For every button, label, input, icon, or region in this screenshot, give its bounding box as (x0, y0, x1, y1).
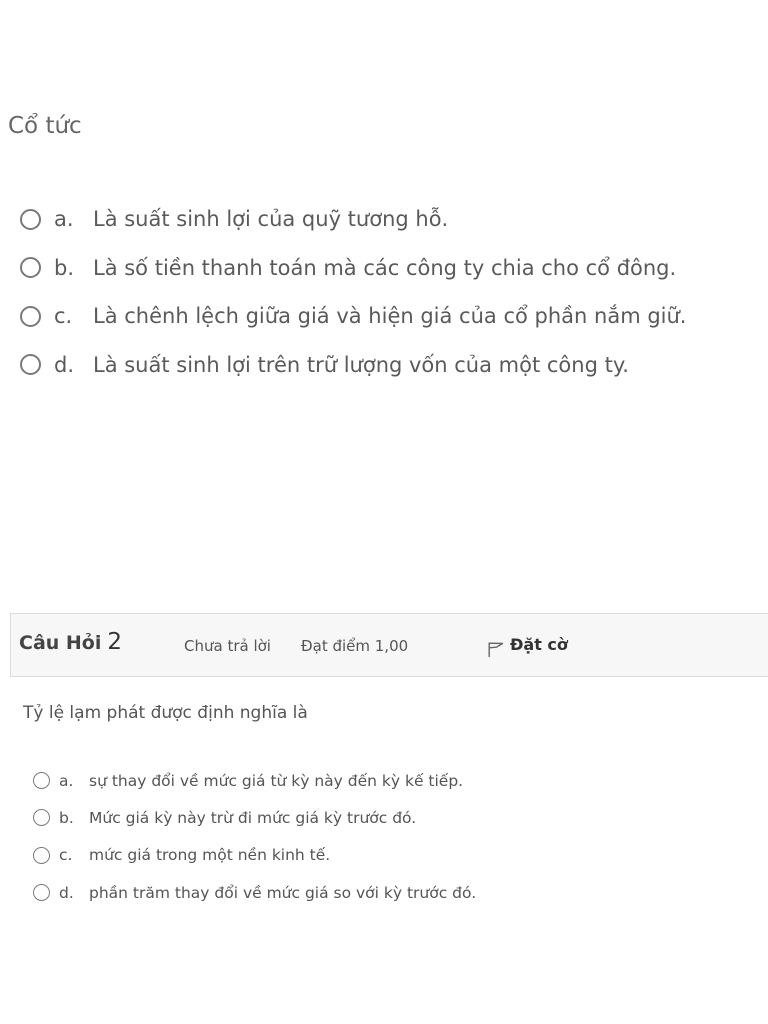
option-text: Là số tiền thanh toán mà các công ty chi… (93, 255, 677, 280)
question-number: 2 (107, 629, 123, 655)
option-letter: a. (59, 771, 74, 790)
question-label: Câu Hỏi (19, 632, 102, 654)
flag-label: Đặt cờ (510, 635, 568, 654)
question-grade: Đạt điểm 1,00 (301, 637, 409, 655)
radio-button-icon[interactable] (20, 257, 41, 279)
option-letter: a. (54, 207, 74, 232)
q1-option-b[interactable]: b. Là số tiền thanh toán mà các công ty … (20, 244, 760, 293)
option-text: sự thay đổi về mức giá từ kỳ này đến kỳ … (89, 771, 464, 790)
radio-button-icon[interactable] (20, 354, 41, 376)
q1-option-d[interactable]: d. Là suất sinh lợi trên trữ lượng vốn c… (20, 341, 760, 390)
option-letter: b. (54, 255, 75, 280)
option-text: Là suất sinh lợi trên trữ lượng vốn của … (93, 352, 629, 377)
question-2-text: Tỷ lệ lạm phát được định nghĩa là (23, 703, 308, 723)
radio-button-icon[interactable] (33, 846, 50, 864)
radio-button-icon[interactable] (33, 884, 50, 902)
question-number-heading: Câu Hỏi 2 (19, 629, 122, 655)
question-2-info-bar: Câu Hỏi 2 Chưa trả lời Đạt điểm 1,00 Đặt … (10, 613, 768, 677)
option-letter: c. (59, 846, 73, 865)
option-text: Là suất sinh lợi của quỹ tương hỗ. (93, 207, 449, 232)
radio-button-icon[interactable] (33, 809, 50, 827)
option-letter: d. (54, 352, 75, 377)
q1-option-c[interactable]: c. Là chênh lệch giữa giá và hiện giá củ… (20, 292, 760, 341)
option-letter: d. (59, 883, 74, 902)
q2-option-d[interactable]: d. phần trăm thay đổi về mức giá so với … (33, 874, 753, 911)
radio-button-icon[interactable] (20, 208, 41, 230)
flag-icon (488, 642, 504, 657)
option-letter: b. (59, 808, 74, 827)
radio-button-icon[interactable] (33, 772, 50, 790)
q2-option-a[interactable]: a. sự thay đổi về mức giá từ kỳ này đến … (33, 762, 753, 799)
option-text: Mức giá kỳ này trừ đi mức giá kỳ trước đ… (89, 808, 417, 827)
question-state: Chưa trả lời (184, 637, 271, 655)
option-text: mức giá trong một nền kinh tế. (89, 846, 331, 865)
flag-question-button[interactable]: Đặt cờ (487, 635, 568, 657)
option-text: Là chênh lệch giữa giá và hiện giá của c… (93, 304, 687, 329)
q1-option-a[interactable]: a. Là suất sinh lợi của quỹ tương hỗ. (20, 195, 760, 244)
option-letter: c. (54, 304, 73, 329)
q2-option-b[interactable]: b. Mức giá kỳ này trừ đi mức giá kỳ trướ… (33, 799, 753, 836)
question-1-text: Cổ tức (8, 113, 82, 139)
radio-button-icon[interactable] (20, 305, 41, 327)
option-text: phần trăm thay đổi về mức giá so với kỳ … (89, 883, 477, 902)
question-1-answer-list: a. Là suất sinh lợi của quỹ tương hỗ. b.… (20, 195, 760, 389)
question-2-answer-list: a. sự thay đổi về mức giá từ kỳ này đến … (33, 762, 753, 911)
q2-option-c[interactable]: c. mức giá trong một nền kinh tế. (33, 837, 753, 874)
